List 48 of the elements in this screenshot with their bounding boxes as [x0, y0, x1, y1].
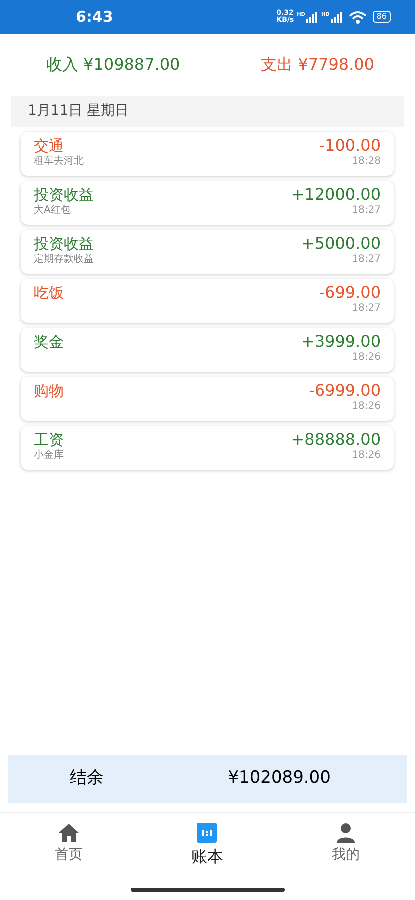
transaction-time: 18:26 — [352, 351, 381, 364]
transaction-note: 小金库 — [34, 449, 64, 462]
transaction-note: 租车去河北 — [34, 155, 84, 168]
transaction-note: 定期存款收益 — [34, 253, 94, 266]
battery-indicator: 86 — [372, 11, 391, 23]
nav-tab[interactable]: 首页 — [29, 823, 110, 869]
transaction-category: 投资收益 — [34, 235, 94, 253]
wifi-icon — [348, 10, 367, 24]
transaction-note: 大A红包 — [34, 204, 72, 217]
transaction-card[interactable]: 工资 小金库 +88888.00 18:26 — [21, 426, 394, 470]
transaction-card[interactable]: 购物 -6999.00 18:26 — [21, 377, 394, 421]
transaction-card[interactable]: 投资收益 定期存款收益 +5000.00 18:27 — [21, 230, 394, 274]
transaction-card[interactable]: 奖金 +3999.00 18:26 — [21, 328, 394, 372]
balance-amount: ¥102089.00 — [228, 767, 331, 790]
transaction-amount: +3999.00 — [301, 333, 381, 351]
transaction-card[interactable]: 吃饭 -699.00 18:27 — [21, 279, 394, 323]
transaction-amount: -100.00 — [319, 137, 381, 155]
transaction-amount: -699.00 — [319, 284, 381, 302]
transaction-category: 吃饭 — [34, 284, 64, 302]
income-total: 收入 ¥109887.00 — [46, 54, 180, 76]
person-icon — [336, 823, 356, 843]
date-header: 1月11日 星期日 — [11, 96, 404, 127]
transaction-card[interactable]: 交通 租车去河北 -100.00 18:28 — [21, 132, 394, 176]
nav-tab[interactable]: 我的 — [306, 823, 386, 869]
expense-total: 支出 ¥7798.00 — [261, 54, 375, 76]
clock-time: 6:43 — [76, 6, 114, 28]
transaction-time: 18:26 — [352, 400, 381, 413]
transaction-amount: -6999.00 — [309, 382, 381, 400]
transaction-time: 18:27 — [352, 302, 381, 315]
balance-label: 结余 — [70, 767, 104, 790]
transaction-amount: +88888.00 — [291, 431, 381, 449]
transaction-category: 购物 — [34, 382, 64, 400]
home-icon — [58, 823, 80, 843]
transaction-category: 交通 — [34, 137, 65, 155]
signal-icon — [306, 12, 318, 22]
transaction-card[interactable]: 投资收益 大A红包 +12000.00 18:27 — [21, 181, 394, 225]
transaction-time: 18:27 — [352, 204, 381, 217]
transaction-category: 工资 — [34, 431, 64, 449]
transaction-amount: +5000.00 — [301, 235, 381, 253]
transaction-time: 18:28 — [352, 155, 381, 168]
nav-tab[interactable]: 账本 — [167, 823, 248, 869]
transaction-time: 18:26 — [352, 449, 381, 462]
transaction-time: 18:27 — [352, 253, 381, 266]
transaction-category: 奖金 — [34, 333, 64, 351]
transaction-category: 投资收益 — [34, 186, 94, 204]
ledger-icon — [197, 823, 218, 843]
transaction-amount: +12000.00 — [291, 186, 381, 204]
signal-icon — [330, 12, 343, 22]
